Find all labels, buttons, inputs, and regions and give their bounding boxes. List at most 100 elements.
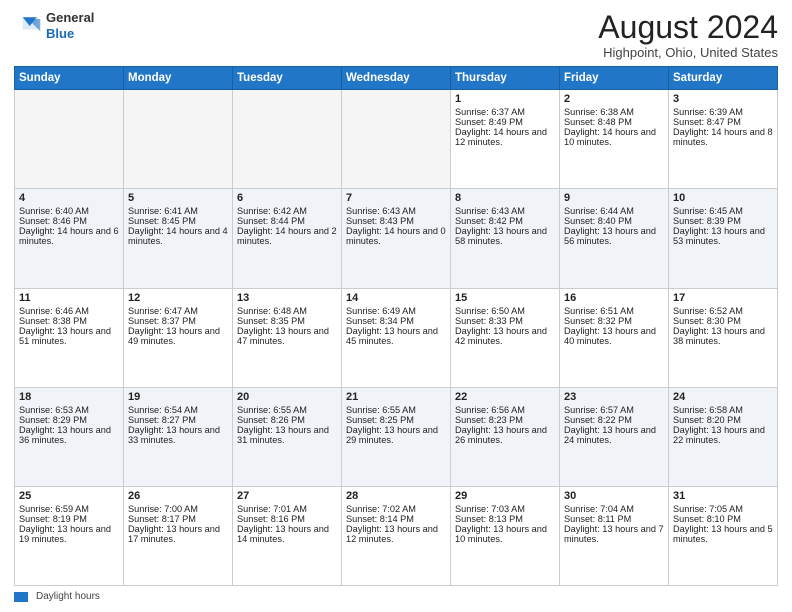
month-title: August 2024 [598,10,778,45]
sunrise-text: Sunrise: 6:42 AM [237,206,337,216]
calendar-day-cell: 25Sunrise: 6:59 AMSunset: 8:19 PMDayligh… [15,486,124,585]
daylight-text: Daylight: 13 hours and 36 minutes. [19,425,119,445]
sunrise-text: Sunrise: 7:00 AM [128,504,228,514]
calendar-day-cell: 5Sunrise: 6:41 AMSunset: 8:45 PMDaylight… [124,189,233,288]
daylight-text: Daylight: 13 hours and 38 minutes. [673,326,773,346]
day-number: 21 [346,391,446,403]
calendar-day-cell [342,90,451,189]
sunset-text: Sunset: 8:26 PM [237,415,337,425]
sunrise-text: Sunrise: 6:56 AM [455,405,555,415]
day-header-wednesday: Wednesday [342,67,451,90]
logo-blue: Blue [46,26,74,41]
sunrise-text: Sunrise: 6:50 AM [455,306,555,316]
sunset-text: Sunset: 8:37 PM [128,316,228,326]
sunset-text: Sunset: 8:48 PM [564,117,664,127]
day-header-sunday: Sunday [15,67,124,90]
calendar-week-row: 18Sunrise: 6:53 AMSunset: 8:29 PMDayligh… [15,387,778,486]
calendar-day-cell: 11Sunrise: 6:46 AMSunset: 8:38 PMDayligh… [15,288,124,387]
sunset-text: Sunset: 8:42 PM [455,216,555,226]
sunrise-text: Sunrise: 6:40 AM [19,206,119,216]
sunrise-text: Sunrise: 6:47 AM [128,306,228,316]
sunrise-text: Sunrise: 6:54 AM [128,405,228,415]
day-number: 24 [673,391,773,403]
sunset-text: Sunset: 8:33 PM [455,316,555,326]
day-number: 30 [564,490,664,502]
sunset-text: Sunset: 8:44 PM [237,216,337,226]
day-header-saturday: Saturday [669,67,778,90]
sunrise-text: Sunrise: 7:03 AM [455,504,555,514]
daylight-text: Daylight: 13 hours and 58 minutes. [455,226,555,246]
calendar-day-cell: 4Sunrise: 6:40 AMSunset: 8:46 PMDaylight… [15,189,124,288]
sunset-text: Sunset: 8:17 PM [128,514,228,524]
daylight-text: Daylight: 14 hours and 0 minutes. [346,226,446,246]
calendar-day-cell: 18Sunrise: 6:53 AMSunset: 8:29 PMDayligh… [15,387,124,486]
sunset-text: Sunset: 8:23 PM [455,415,555,425]
sunrise-text: Sunrise: 7:05 AM [673,504,773,514]
day-number: 11 [19,292,119,304]
sunset-text: Sunset: 8:45 PM [128,216,228,226]
footer: Daylight hours [14,591,778,602]
calendar-day-cell: 23Sunrise: 6:57 AMSunset: 8:22 PMDayligh… [560,387,669,486]
sunset-text: Sunset: 8:22 PM [564,415,664,425]
sunrise-text: Sunrise: 6:45 AM [673,206,773,216]
generalblue-logo-icon [14,12,42,40]
sunrise-text: Sunrise: 6:55 AM [346,405,446,415]
daylight-text: Daylight: 14 hours and 4 minutes. [128,226,228,246]
day-number: 8 [455,192,555,204]
daylight-text: Daylight: 14 hours and 2 minutes. [237,226,337,246]
calendar-day-cell: 26Sunrise: 7:00 AMSunset: 8:17 PMDayligh… [124,486,233,585]
sunset-text: Sunset: 8:19 PM [19,514,119,524]
calendar-day-cell: 28Sunrise: 7:02 AMSunset: 8:14 PMDayligh… [342,486,451,585]
sunrise-text: Sunrise: 6:46 AM [19,306,119,316]
calendar-day-cell: 20Sunrise: 6:55 AMSunset: 8:26 PMDayligh… [233,387,342,486]
daylight-text: Daylight: 13 hours and 26 minutes. [455,425,555,445]
day-number: 23 [564,391,664,403]
day-number: 13 [237,292,337,304]
sunrise-text: Sunrise: 6:58 AM [673,405,773,415]
sunrise-text: Sunrise: 7:01 AM [237,504,337,514]
calendar-day-cell: 14Sunrise: 6:49 AMSunset: 8:34 PMDayligh… [342,288,451,387]
sunrise-text: Sunrise: 6:49 AM [346,306,446,316]
calendar-day-cell: 8Sunrise: 6:43 AMSunset: 8:42 PMDaylight… [451,189,560,288]
day-number: 3 [673,93,773,105]
day-number: 7 [346,192,446,204]
calendar-day-cell: 7Sunrise: 6:43 AMSunset: 8:43 PMDaylight… [342,189,451,288]
daylight-text: Daylight: 14 hours and 10 minutes. [564,127,664,147]
daylight-text: Daylight: 13 hours and 22 minutes. [673,425,773,445]
daylight-text: Daylight: 13 hours and 19 minutes. [19,524,119,544]
daylight-text: Daylight: 13 hours and 17 minutes. [128,524,228,544]
daylight-text: Daylight: 13 hours and 12 minutes. [346,524,446,544]
daylight-text: Daylight: 13 hours and 29 minutes. [346,425,446,445]
daylight-text: Daylight: 13 hours and 33 minutes. [128,425,228,445]
day-number: 29 [455,490,555,502]
sunset-text: Sunset: 8:40 PM [564,216,664,226]
calendar-week-row: 11Sunrise: 6:46 AMSunset: 8:38 PMDayligh… [15,288,778,387]
header: General Blue August 2024 Highpoint, Ohio… [14,10,778,60]
day-header-monday: Monday [124,67,233,90]
calendar-day-cell: 9Sunrise: 6:44 AMSunset: 8:40 PMDaylight… [560,189,669,288]
sunrise-text: Sunrise: 6:37 AM [455,107,555,117]
day-number: 28 [346,490,446,502]
calendar-day-cell: 12Sunrise: 6:47 AMSunset: 8:37 PMDayligh… [124,288,233,387]
calendar-day-cell: 15 Sunrise: 6:50 AMSunset: 8:33 PMDayligh… [451,288,560,387]
sunset-text: Sunset: 8:11 PM [564,514,664,524]
sunset-text: Sunset: 8:27 PM [128,415,228,425]
calendar-day-cell: 19Sunrise: 6:54 AMSunset: 8:27 PMDayligh… [124,387,233,486]
calendar-header-row: SundayMondayTuesdayWednesdayThursdayFrid… [15,67,778,90]
day-number: 14 [346,292,446,304]
daylight-text: Daylight: 13 hours and 7 minutes. [564,524,664,544]
sunrise-text: Sunrise: 6:51 AM [564,306,664,316]
day-number: 15 [455,292,555,304]
daylight-text: Daylight: 13 hours and 53 minutes. [673,226,773,246]
day-header-thursday: Thursday [451,67,560,90]
sunset-text: Sunset: 8:10 PM [673,514,773,524]
day-number: 1 [455,93,555,105]
sunrise-text: Sunrise: 6:52 AM [673,306,773,316]
day-number: 20 [237,391,337,403]
calendar-table: SundayMondayTuesdayWednesdayThursdayFrid… [14,66,778,586]
sunrise-text: Sunrise: 6:38 AM [564,107,664,117]
calendar-day-cell: 30Sunrise: 7:04 AMSunset: 8:11 PMDayligh… [560,486,669,585]
calendar-day-cell: 21Sunrise: 6:55 AMSunset: 8:25 PMDayligh… [342,387,451,486]
daylight-text: Daylight: 13 hours and 42 minutes. [455,326,555,346]
daylight-text: Daylight: 13 hours and 49 minutes. [128,326,228,346]
